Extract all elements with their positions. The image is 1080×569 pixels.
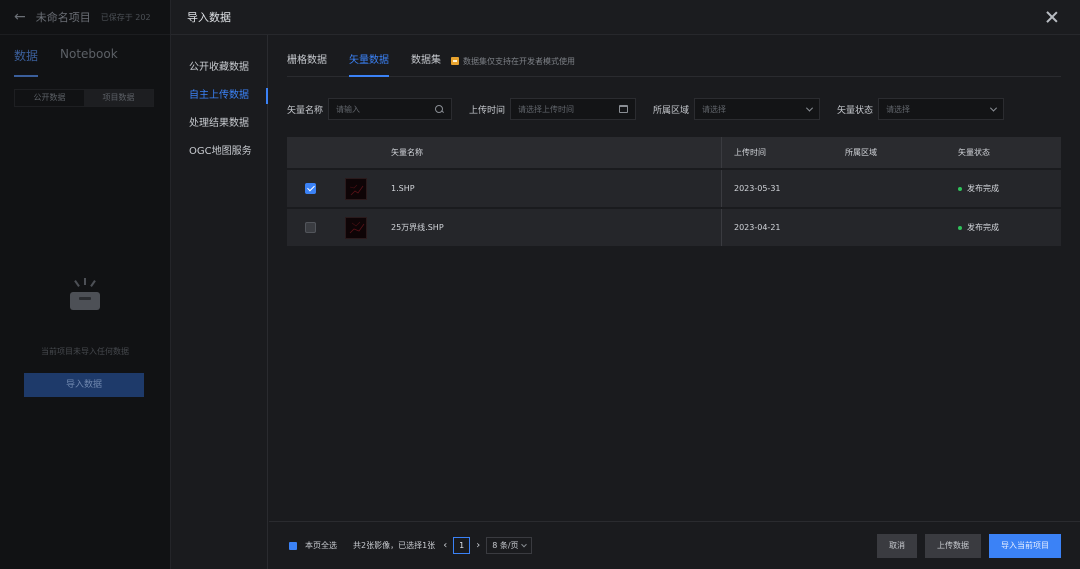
info-icon bbox=[451, 57, 459, 65]
empty-state-text: 当前项目未导入任何数据 bbox=[41, 347, 129, 356]
region-filter-label: 所属区域 bbox=[653, 105, 690, 116]
filter-bar: 矢量名称 请输入 上传时间 请选择上传时间 所属区域 请选择 矢量状态 请选择 bbox=[287, 98, 1005, 120]
row-checkbox[interactable] bbox=[304, 222, 316, 233]
select-all-checkbox[interactable] bbox=[289, 541, 297, 550]
upload-data-button[interactable]: 上传数据 bbox=[925, 534, 981, 558]
background-import-button[interactable]: 导入数据 bbox=[24, 373, 144, 397]
region-select[interactable]: 请选择 bbox=[694, 98, 821, 120]
vector-thumbnail bbox=[345, 216, 367, 239]
status-dot-icon bbox=[958, 225, 962, 230]
close-icon[interactable] bbox=[1044, 9, 1060, 25]
upload-time-picker[interactable]: 请选择上传时间 bbox=[510, 98, 637, 120]
table-header: 矢量名称 上传时间 所属区域 矢量状态 bbox=[287, 137, 1061, 168]
nav-item-ogc-service[interactable]: OGC地图服务 bbox=[171, 138, 267, 166]
modal-footer: 本页全选 共2张影像，已选择1张 ‹ 1 › 8 条/页 取消 上传数据 导入当… bbox=[269, 521, 1080, 569]
status-select[interactable]: 请选择 bbox=[878, 98, 1005, 120]
tab-raster[interactable]: 栅格数据 bbox=[287, 49, 327, 77]
table-row[interactable]: 1.SHP 2023-05-31 发布完成 bbox=[287, 168, 1061, 207]
vector-thumbnail bbox=[345, 177, 367, 200]
dataset-hint: 数据集仅支持在开发者模式使用 bbox=[451, 49, 575, 73]
prev-page-icon[interactable]: ‹ bbox=[443, 540, 447, 551]
status-filter-label: 矢量状态 bbox=[837, 105, 874, 116]
empty-state: 当前项目未导入任何数据 bbox=[0, 278, 170, 357]
table-row[interactable]: 25万界线.SHP 2023-04-21 发布完成 bbox=[287, 207, 1061, 246]
nav-item-self-upload[interactable]: 自主上传数据 bbox=[171, 82, 268, 110]
import-to-project-button[interactable]: 导入当前项目 bbox=[989, 534, 1061, 558]
modal-side-nav: 公开收藏数据 自主上传数据 处理结果数据 OGC地图服务 bbox=[171, 35, 268, 569]
region-select-placeholder: 请选择 bbox=[702, 104, 727, 114]
subtab-public-data[interactable]: 公开数据 bbox=[15, 90, 84, 106]
modal-title: 导入数据 bbox=[187, 11, 231, 24]
next-page-icon[interactable]: › bbox=[476, 540, 480, 551]
modal-header: 导入数据 bbox=[171, 0, 1080, 35]
tab-vector[interactable]: 矢量数据 bbox=[349, 49, 389, 77]
row-status-text: 发布完成 bbox=[967, 223, 999, 232]
pagination: ‹ 1 › 8 条/页 bbox=[443, 537, 532, 554]
chevron-down-icon bbox=[520, 541, 527, 547]
row-checkbox[interactable] bbox=[304, 183, 316, 194]
selection-summary: 共2张影像，已选择1张 bbox=[353, 541, 436, 550]
row-name: 1.SHP bbox=[391, 184, 415, 193]
back-arrow-icon[interactable]: ← bbox=[14, 9, 26, 25]
row-status-text: 发布完成 bbox=[967, 184, 999, 193]
chevron-down-icon bbox=[806, 104, 814, 112]
upload-time-placeholder: 请选择上传时间 bbox=[518, 104, 575, 114]
name-search-placeholder: 请输入 bbox=[336, 104, 361, 114]
row-status: 发布完成 bbox=[946, 222, 1061, 233]
background-tabs: 数据 Notebook bbox=[0, 35, 170, 77]
tab-dataset[interactable]: 数据集 bbox=[411, 49, 441, 77]
cancel-button[interactable]: 取消 bbox=[877, 534, 917, 558]
nav-item-processing-results[interactable]: 处理结果数据 bbox=[171, 110, 267, 138]
name-filter-label: 矢量名称 bbox=[287, 105, 324, 116]
modal-content: 栅格数据 矢量数据 数据集 数据集仅支持在开发者模式使用 矢量名称 请输入 上传… bbox=[269, 35, 1080, 569]
footer-buttons: 取消 上传数据 导入当前项目 bbox=[877, 534, 1061, 558]
select-all-label[interactable]: 本页全选 bbox=[305, 540, 337, 551]
header-status: 矢量状态 bbox=[958, 148, 990, 157]
row-time: 2023-04-21 bbox=[721, 209, 833, 246]
status-select-placeholder: 请选择 bbox=[886, 104, 911, 114]
background-subtabs: 公开数据 项目数据 bbox=[14, 89, 154, 107]
row-name: 25万界线.SHP bbox=[391, 223, 444, 232]
status-dot-icon bbox=[958, 186, 962, 191]
background-app: ← 未命名项目 已保存于 202 数据 Notebook 公开数据 项目数据 当… bbox=[0, 0, 170, 569]
row-time: 2023-05-31 bbox=[721, 170, 833, 207]
row-status: 发布完成 bbox=[946, 183, 1061, 194]
page-size-value: 8 条/页 bbox=[492, 541, 519, 550]
header-time: 上传时间 bbox=[721, 137, 833, 168]
saved-status: 已保存于 202 bbox=[100, 12, 151, 22]
page-number[interactable]: 1 bbox=[453, 537, 471, 554]
tab-notebook[interactable]: Notebook bbox=[60, 47, 118, 77]
import-data-modal: 导入数据 公开收藏数据 自主上传数据 处理结果数据 OGC地图服务 栅格数据 矢… bbox=[170, 0, 1080, 569]
data-type-tabs: 栅格数据 矢量数据 数据集 数据集仅支持在开发者模式使用 bbox=[287, 49, 1061, 77]
dataset-hint-text: 数据集仅支持在开发者模式使用 bbox=[463, 56, 575, 66]
nav-item-public-favorites[interactable]: 公开收藏数据 bbox=[171, 54, 267, 82]
chevron-down-icon bbox=[990, 104, 998, 112]
empty-inbox-icon bbox=[67, 278, 103, 312]
header-name: 矢量名称 bbox=[391, 148, 423, 157]
project-title: 未命名项目 bbox=[35, 11, 91, 24]
header-region: 所属区域 bbox=[845, 148, 877, 157]
time-filter-label: 上传时间 bbox=[469, 105, 506, 116]
search-icon[interactable] bbox=[435, 104, 444, 114]
tab-data[interactable]: 数据 bbox=[14, 47, 39, 77]
vector-table: 矢量名称 上传时间 所属区域 矢量状态 1.SHP 2023-05-31 发布完… bbox=[287, 137, 1061, 246]
calendar-icon bbox=[619, 105, 629, 113]
subtab-project-data[interactable]: 项目数据 bbox=[84, 90, 153, 106]
page-size-select[interactable]: 8 条/页 bbox=[486, 537, 532, 554]
name-search-input[interactable]: 请输入 bbox=[328, 98, 453, 120]
background-topbar: ← 未命名项目 已保存于 202 bbox=[0, 0, 170, 35]
